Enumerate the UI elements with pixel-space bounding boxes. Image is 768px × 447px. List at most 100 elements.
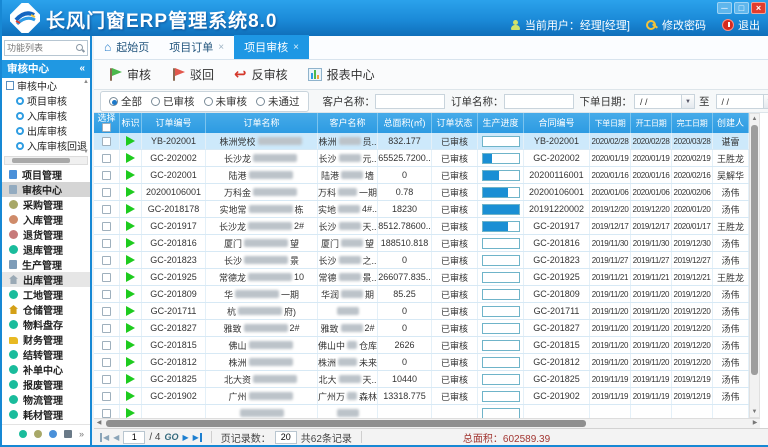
- column-header-客户名称[interactable]: 客户名称: [318, 113, 378, 133]
- table-row[interactable]: GC-201917长沙龙2#长沙天..8512.78600..已审核GC-201…: [94, 218, 749, 235]
- tree-node-入库审核[interactable]: 入库审核: [2, 108, 90, 123]
- close-tab-icon[interactable]: ×: [293, 42, 299, 53]
- order-name-input[interactable]: [504, 94, 574, 109]
- row-checkbox[interactable]: [102, 137, 111, 146]
- logout-button[interactable]: 退出: [722, 17, 760, 33]
- sidebar-item-补单中心[interactable]: 补单中心: [2, 362, 90, 377]
- table-row[interactable]: GC-201711杭府)0已审核GC-2017112019/11/202019/…: [94, 303, 749, 320]
- sidebar-item-审核中心[interactable]: 审核中心: [2, 182, 90, 197]
- radio-未审核[interactable]: 未审核: [204, 94, 248, 109]
- plane-icon[interactable]: [49, 430, 57, 438]
- select-all-checkbox[interactable]: [102, 123, 111, 132]
- sidebar-item-物料盘存[interactable]: 物料盘存: [2, 317, 90, 332]
- scroll-right-icon[interactable]: ▶: [750, 419, 760, 428]
- table-row[interactable]: GC-201823长沙景长沙之..0已审核GC-2018232019/11/27…: [94, 252, 749, 269]
- table-row[interactable]: GC-202002长沙龙长沙元..65525.7200..已审核GC-20200…: [94, 150, 749, 167]
- person-icon[interactable]: [64, 430, 72, 438]
- tree-vertical-scrollbar[interactable]: ▲▼: [82, 78, 90, 156]
- maximize-button[interactable]: □: [734, 2, 749, 14]
- table-row[interactable]: GC-201825北大资北大天..10440已审核GC-2018252019/1…: [94, 371, 749, 388]
- sidebar-item-退货管理[interactable]: 退货管理: [2, 227, 90, 242]
- row-checkbox[interactable]: [102, 341, 111, 350]
- toolbar-button-报表中心[interactable]: 报表中心: [302, 63, 385, 86]
- column-header-订单状态[interactable]: 订单状态: [432, 113, 478, 133]
- table-row[interactable]: GC-201815佛山佛山中仓库2626已审核GC-2018152019/11/…: [94, 337, 749, 354]
- row-checkbox[interactable]: [102, 188, 111, 197]
- close-tab-icon[interactable]: ×: [218, 42, 224, 53]
- row-checkbox[interactable]: [102, 273, 111, 282]
- sidebar-item-生产管理[interactable]: 生产管理: [2, 257, 90, 272]
- column-header-订单名称[interactable]: 订单名称: [206, 113, 318, 133]
- order-date-to-picker[interactable]: / /▼: [716, 94, 768, 109]
- row-checkbox[interactable]: [102, 358, 111, 367]
- sidebar-item-结转管理[interactable]: 结转管理: [2, 347, 90, 362]
- column-header-完工日期[interactable]: 完工日期: [672, 113, 713, 133]
- table-row[interactable]: GC-201809华一期华润期85.25已审核GC-2018092019/11/…: [94, 286, 749, 303]
- sidebar-item-报废管理[interactable]: 报废管理: [2, 377, 90, 392]
- table-row[interactable]: YB-202001株洲党校株洲员..832.177已审核YB-202001202…: [94, 133, 749, 150]
- tree-scroll-thumb[interactable]: [12, 158, 70, 163]
- column-header-选择[interactable]: 选择: [94, 113, 120, 133]
- row-checkbox[interactable]: [102, 375, 111, 384]
- sidebar-item-项目管理[interactable]: 项目管理: [2, 167, 90, 182]
- go-button[interactable]: GO: [164, 432, 178, 442]
- overflow-icon[interactable]: »: [79, 430, 84, 438]
- row-checkbox[interactable]: [102, 256, 111, 265]
- function-search-input[interactable]: [7, 41, 75, 55]
- table-row[interactable]: GC-201925常德龙10常德景..266077.835..已审核GC-201…: [94, 269, 749, 286]
- customer-name-input[interactable]: [375, 94, 445, 109]
- cart-icon[interactable]: [34, 430, 42, 438]
- table-row[interactable]: GC-201827雅致2#雅致2#0已审核GC-2018272019/11/20…: [94, 320, 749, 337]
- column-header-创建人[interactable]: 创建人: [713, 113, 749, 133]
- horizontal-scroll-thumb[interactable]: [106, 420, 586, 427]
- toolbar-button-审核[interactable]: 审核: [102, 63, 161, 86]
- table-row[interactable]: GC-2018178实地常栋实地4#..18230已审核201912200022…: [94, 201, 749, 218]
- table-row[interactable]: GC-201816厦门望厦门望188510.818已审核GC-201816201…: [94, 235, 749, 252]
- sidebar-item-财务管理[interactable]: 财务管理: [2, 332, 90, 347]
- tree-horizontal-scrollbar[interactable]: [4, 156, 88, 165]
- scroll-up-icon[interactable]: ▲: [750, 114, 759, 124]
- column-header-生产进度[interactable]: 生产进度: [478, 113, 524, 133]
- radio-全部[interactable]: 全部: [109, 94, 142, 109]
- close-button[interactable]: ×: [751, 2, 766, 14]
- toolbar-button-反审核[interactable]: ↩反审核: [228, 63, 298, 86]
- radio-未通过[interactable]: 未通过: [256, 94, 300, 109]
- row-checkbox[interactable]: [102, 239, 111, 248]
- sidebar-item-物流管理[interactable]: 物流管理: [2, 392, 90, 407]
- row-checkbox[interactable]: [102, 392, 111, 401]
- table-row[interactable]: GC-201812株洲株洲未来0已审核GC-2018122019/11/2020…: [94, 354, 749, 371]
- table-row[interactable]: GC-201902广州广州万森林13318.775已审核GC-201902201…: [94, 388, 749, 405]
- column-header-开工日期[interactable]: 开工日期: [631, 113, 672, 133]
- minimize-button[interactable]: ─: [717, 2, 732, 14]
- table-row[interactable]: [94, 405, 749, 418]
- row-checkbox[interactable]: [102, 307, 111, 316]
- row-checkbox[interactable]: [102, 222, 111, 231]
- first-page-button[interactable]: ◀: [100, 433, 109, 442]
- order-date-from-picker[interactable]: / /▼: [634, 94, 695, 109]
- table-row[interactable]: 20200106001万科金万科一期0.78已审核202001060012020…: [94, 184, 749, 201]
- column-header-订单编号[interactable]: 订单编号: [142, 113, 206, 133]
- sidebar-item-采购管理[interactable]: 采购管理: [2, 197, 90, 212]
- sidebar-item-出库管理[interactable]: 出库管理: [2, 272, 90, 287]
- chevron-down-icon[interactable]: ▼: [682, 94, 695, 109]
- toolbar-button-驳回[interactable]: 驳回: [165, 63, 224, 86]
- column-header-标识[interactable]: 标识: [120, 113, 142, 133]
- tree-node-项目审核[interactable]: 项目审核: [2, 93, 90, 108]
- last-page-button[interactable]: ▶: [193, 433, 202, 442]
- prev-page-button[interactable]: ◀: [113, 433, 119, 442]
- sidebar-item-工地管理[interactable]: 工地管理: [2, 287, 90, 302]
- collapse-icon[interactable]: «: [79, 60, 85, 78]
- order-date-from-value[interactable]: / /: [634, 94, 682, 109]
- table-row[interactable]: GC-202001陆港陆港墙0已审核202001160012020/01/162…: [94, 167, 749, 184]
- tab-项目订单[interactable]: 项目订单×: [159, 35, 234, 59]
- sidebar-item-退库管理[interactable]: 退库管理: [2, 242, 90, 257]
- tab-项目审核[interactable]: 项目审核×: [234, 35, 309, 59]
- page-size-input[interactable]: [275, 431, 297, 444]
- horizontal-scrollbar[interactable]: ◀ ▶: [94, 418, 760, 428]
- chevron-down-icon[interactable]: ▼: [764, 94, 768, 109]
- scroll-left-icon[interactable]: ◀: [94, 419, 104, 428]
- sidebar-item-耗材管理[interactable]: 耗材管理: [2, 407, 90, 422]
- row-checkbox[interactable]: [102, 154, 111, 163]
- sidebar-item-入库管理[interactable]: 入库管理: [2, 212, 90, 227]
- next-page-button[interactable]: ▶: [182, 433, 188, 442]
